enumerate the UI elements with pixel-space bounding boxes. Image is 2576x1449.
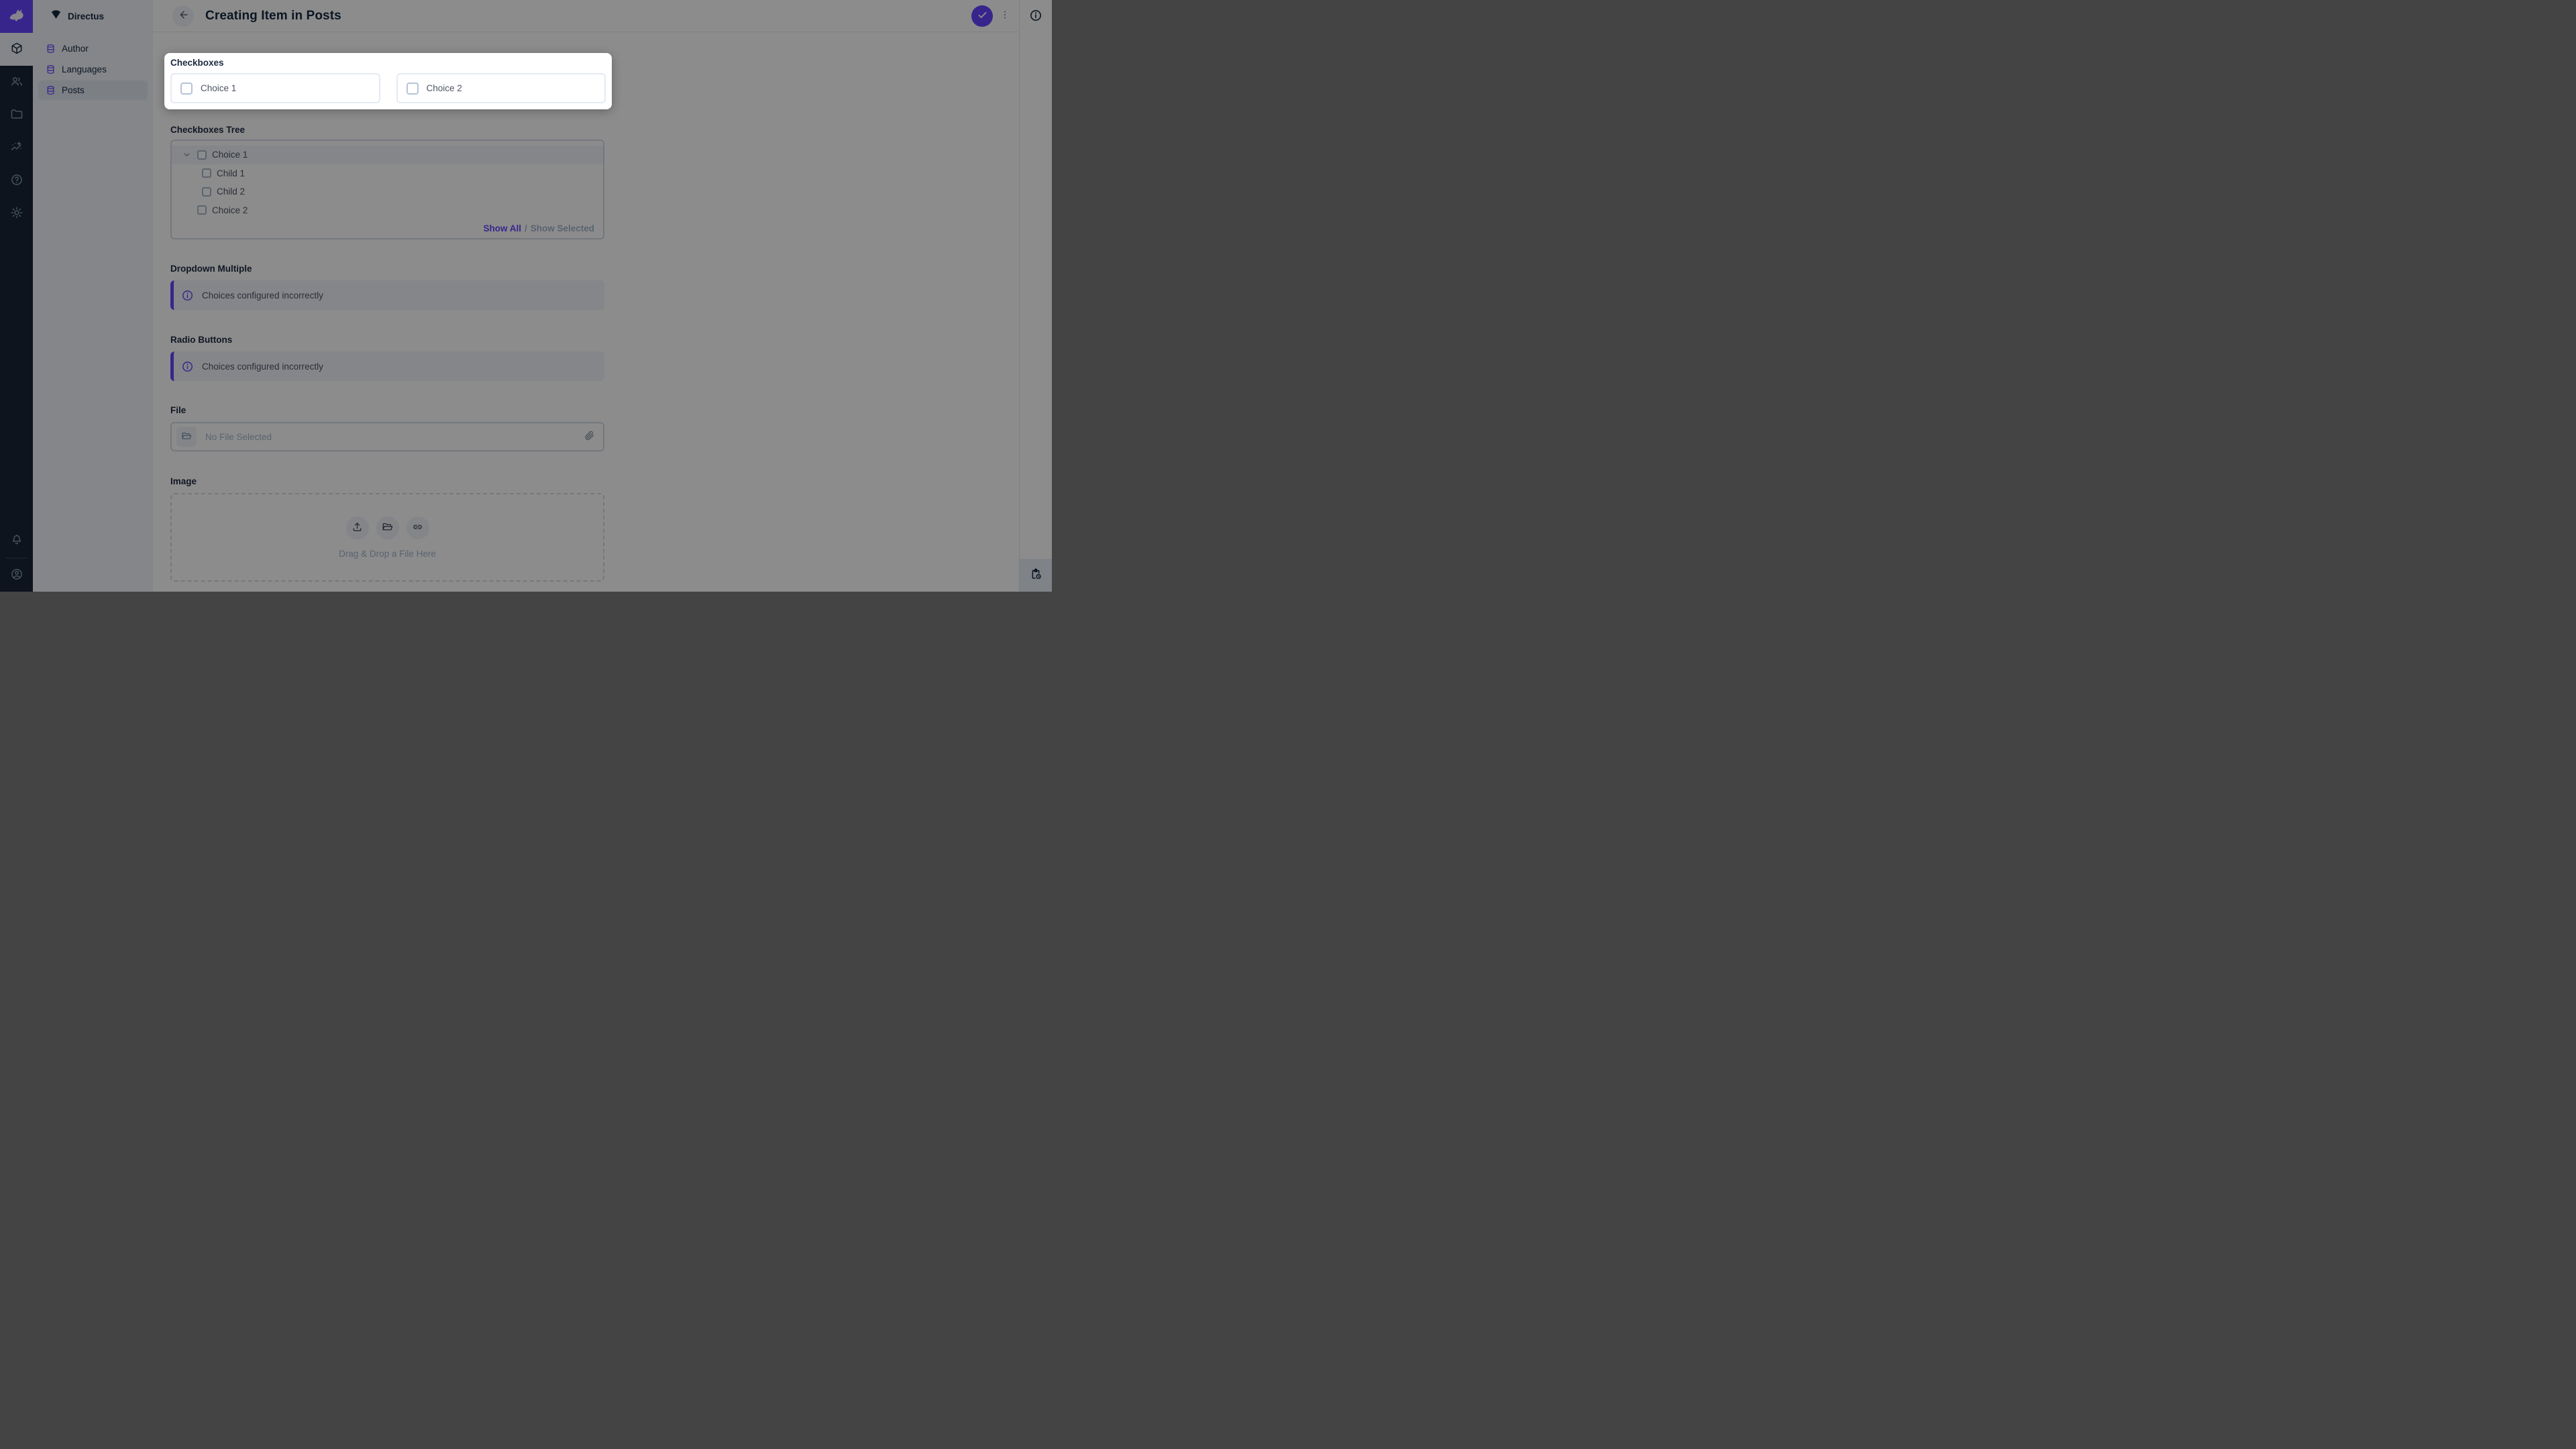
directus-app: Directus Author Languages Posts [0,0,1052,592]
checkbox[interactable] [407,83,419,95]
checkbox[interactable] [180,83,193,95]
checkbox-option-label: Choice 2 [427,83,462,93]
checkbox-option-choice2[interactable]: Choice 2 [396,73,606,103]
checkboxes-label: Checkboxes [170,58,606,68]
checkbox-option-choice1[interactable]: Choice 1 [170,73,380,103]
checkbox-option-label: Choice 1 [201,83,236,93]
checkboxes-field-spotlight: Checkboxes Choice 1 Choice 2 [164,53,612,109]
